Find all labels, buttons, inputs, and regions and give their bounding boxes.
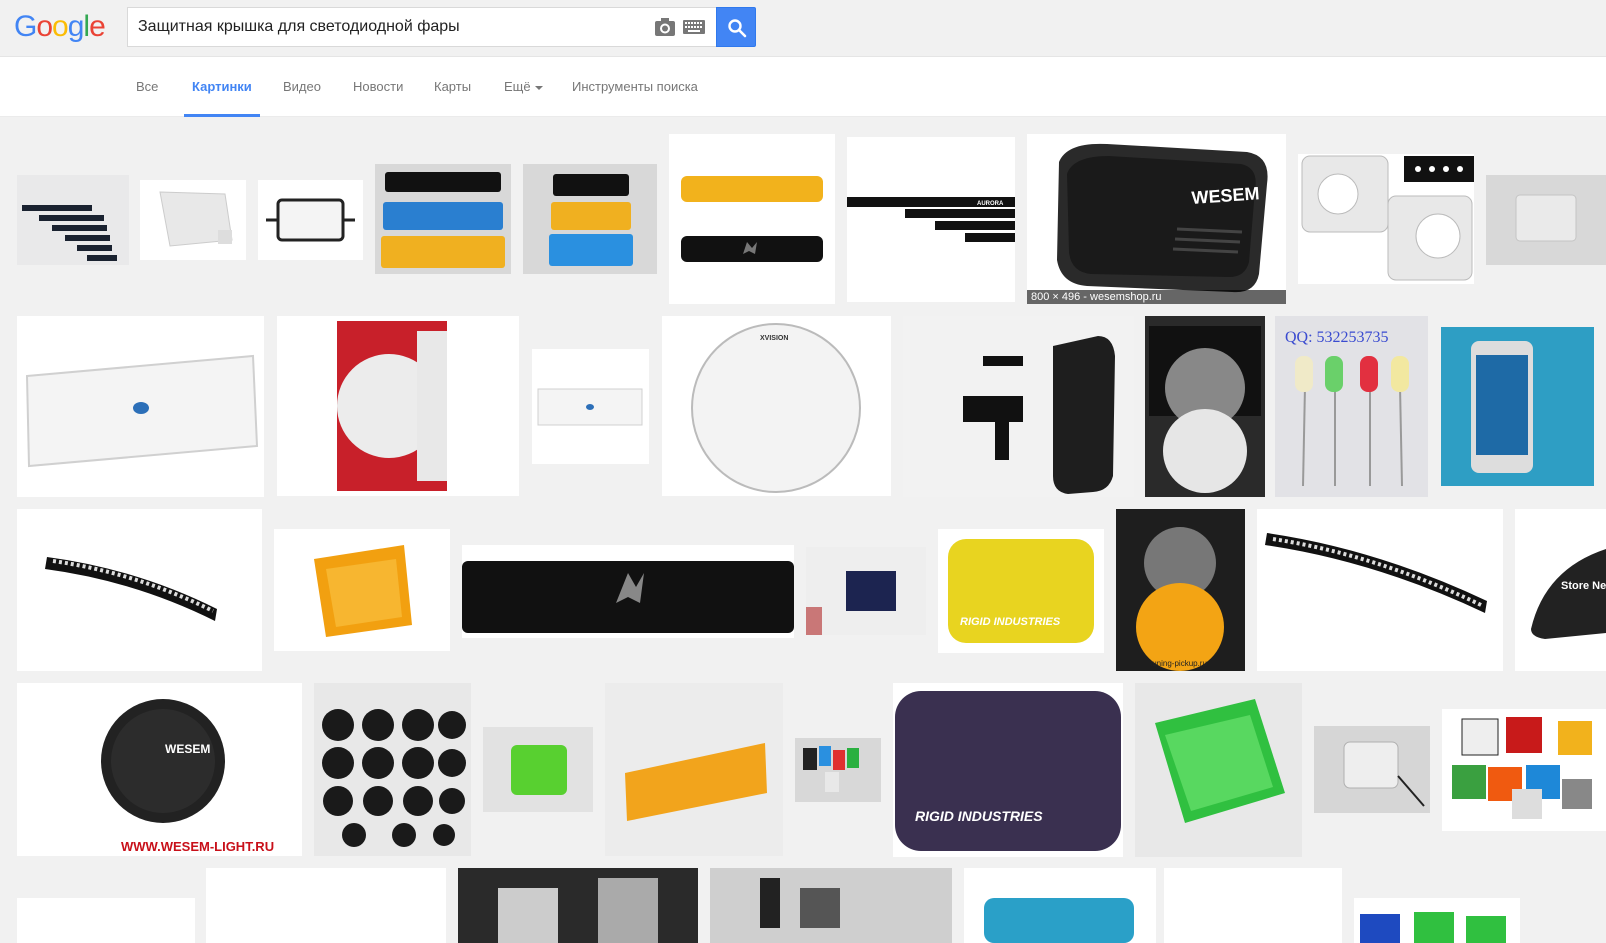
tab-video[interactable]: Видео [275, 57, 329, 117]
image-result[interactable] [483, 727, 593, 812]
image-result[interactable]: RIGID INDUSTRIES [938, 529, 1104, 653]
image-result[interactable] [258, 180, 363, 260]
image-result[interactable] [710, 868, 952, 943]
image-result[interactable]: WESEM WWW.WESEM-LIGHT.RU [17, 683, 302, 856]
image-results-grid: AURORA WESEM 800 × 496 - wesemshop.ru XV… [0, 117, 1606, 943]
hover-caption: 800 × 496 - wesemshop.ru [1027, 290, 1286, 304]
image-result[interactable] [1164, 868, 1342, 943]
tab-more-label: Ещё [504, 79, 531, 94]
image-result[interactable] [274, 529, 450, 651]
camera-icon[interactable] [654, 17, 676, 37]
image-result-hovered[interactable]: WESEM 800 × 496 - wesemshop.ru [1027, 134, 1286, 304]
image-result[interactable] [17, 175, 129, 265]
image-result[interactable] [1145, 316, 1265, 497]
google-logo[interactable]: Google [14, 10, 106, 44]
wesem-text-2: WESEM [165, 742, 210, 756]
search-button[interactable] [716, 7, 756, 47]
tab-images[interactable]: Картинки [184, 57, 260, 117]
image-result[interactable] [669, 134, 835, 304]
header: Google [0, 0, 1606, 57]
image-result[interactable] [903, 316, 1134, 497]
image-result[interactable] [1442, 709, 1606, 831]
wesem-url-text: WWW.WESEM-LIGHT.RU [121, 839, 274, 854]
image-result[interactable] [1354, 898, 1520, 943]
image-result[interactable] [605, 683, 783, 856]
search-tabs: Все Картинки Видео Новости Карты Ещё Инс… [0, 57, 1606, 117]
image-result[interactable] [806, 547, 926, 635]
qq-text: QQ: 532253735 [1285, 329, 1389, 346]
keyboard-icon[interactable] [683, 19, 705, 35]
image-result[interactable]: RIGID INDUSTRIES [893, 683, 1123, 857]
image-result[interactable] [1135, 683, 1302, 857]
image-result[interactable] [462, 545, 794, 638]
rigid-text: RIGID INDUSTRIES [960, 616, 1061, 628]
chevron-down-icon [534, 85, 543, 90]
image-result[interactable] [1486, 175, 1606, 265]
search-input[interactable] [138, 8, 638, 46]
image-result[interactable] [523, 164, 657, 274]
image-result[interactable] [532, 349, 649, 464]
image-result[interactable] [795, 738, 881, 802]
image-result[interactable] [375, 164, 511, 274]
image-result[interactable]: XVISION [662, 316, 891, 496]
image-result[interactable] [140, 180, 246, 260]
image-result[interactable] [277, 316, 519, 496]
image-result[interactable]: AURORA [847, 137, 1015, 302]
tab-maps[interactable]: Карты [426, 57, 479, 117]
store-text: Store Ne [1561, 580, 1606, 592]
image-result[interactable]: tuning-pickup.ru [1116, 509, 1245, 671]
image-result[interactable] [17, 316, 264, 497]
tab-search-tools[interactable]: Инструменты поиска [564, 57, 706, 117]
image-result[interactable] [1298, 154, 1474, 284]
image-result[interactable]: QQ: 532253735 [1275, 316, 1428, 497]
image-result[interactable] [206, 868, 446, 943]
image-result[interactable] [964, 868, 1156, 943]
image-result[interactable]: Store Ne [1515, 509, 1606, 671]
tab-more[interactable]: Ещё [496, 57, 551, 117]
image-result[interactable] [314, 683, 471, 856]
search-box [127, 7, 716, 47]
tuning-text: tuning-pickup.ru [1150, 659, 1207, 668]
aurora-text: AURORA [977, 201, 1004, 207]
image-result[interactable] [17, 898, 195, 943]
image-result[interactable] [17, 509, 262, 671]
search-icon [728, 19, 747, 38]
image-result[interactable] [1257, 509, 1503, 671]
image-result[interactable] [1314, 726, 1430, 813]
image-result[interactable] [458, 868, 698, 943]
rigid-text-2: RIGID INDUSTRIES [915, 808, 1043, 824]
xvision-text: XVISION [760, 335, 788, 342]
tab-news[interactable]: Новости [345, 57, 411, 117]
tab-all[interactable]: Все [128, 57, 166, 117]
image-result[interactable] [1441, 327, 1594, 486]
